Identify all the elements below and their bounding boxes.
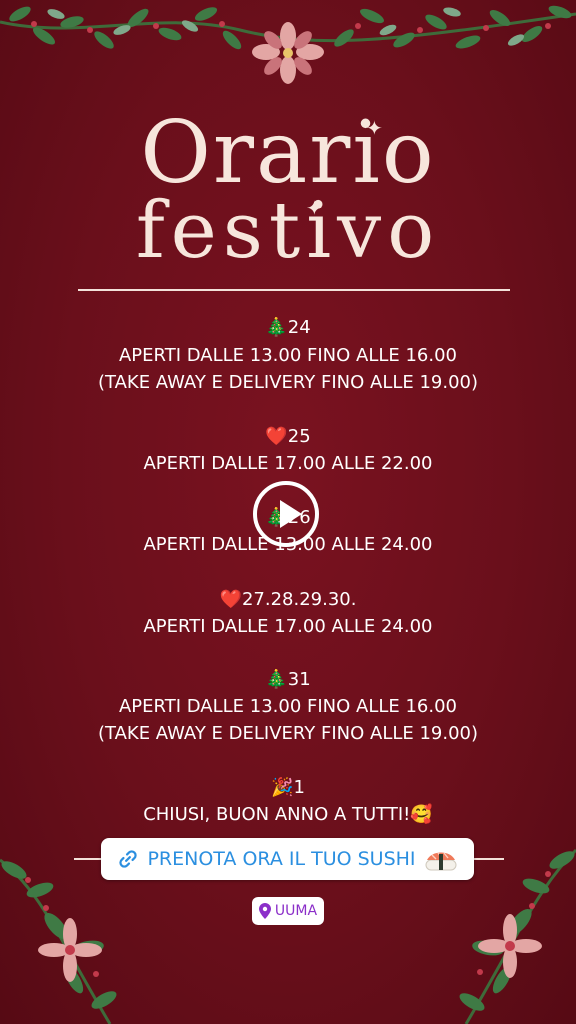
schedule-line: CHIUSI, BUON ANNO A TUTTI!🥰 (143, 804, 433, 825)
poinsettia-icon (252, 22, 324, 84)
link-icon (119, 850, 138, 868)
schedule-date: ❤️25 (265, 426, 311, 447)
title-line-2: festivo (135, 186, 441, 276)
sparkle-icon: ✦ (366, 116, 383, 140)
location-label: UUMA (274, 903, 318, 919)
schedule-line: APERTI DALLE 13.00 FINO ALLE 16.00 (118, 345, 458, 366)
schedule-line: (TAKE AWAY E DELIVERY FINO ALLE 19.00) (97, 723, 479, 744)
location-sticker[interactable]: UUMA (252, 897, 324, 925)
schedule-date: 🎄31 (265, 669, 311, 690)
booking-link-sticker[interactable]: PRENOTA ORA IL TUO SUSHI (101, 838, 474, 880)
play-button[interactable] (253, 481, 319, 547)
schedule-date: ❤️27.28.29.30. (219, 589, 357, 610)
link-divider (474, 858, 504, 860)
title-line-1: Orario (140, 103, 436, 203)
schedule-line: APERTI DALLE 13.00 FINO ALLE 16.00 (118, 696, 458, 717)
schedule-line: APERTI DALLE 17.00 ALLE 22.00 (143, 453, 433, 474)
garland-decoration (0, 5, 576, 50)
schedule-line: APERTI DALLE 17.00 ALLE 24.00 (143, 616, 433, 637)
play-icon (280, 500, 302, 528)
booking-link-label: PRENOTA ORA IL TUO SUSHI (147, 848, 416, 870)
schedule-date: 🎉1 (271, 777, 305, 798)
sparkle-icon: ✦ (306, 196, 323, 220)
schedule-date: 🎄24 (265, 317, 311, 338)
location-pin-icon (258, 903, 271, 919)
schedule-line: (TAKE AWAY E DELIVERY FINO ALLE 19.00) (97, 372, 479, 393)
link-divider (74, 858, 102, 860)
sushi-icon (425, 852, 457, 871)
title-divider (78, 289, 510, 291)
story-frame[interactable]: Orario festivo ✦ ✦ 🎄24 APERTI DALLE 13.0… (0, 0, 576, 1024)
